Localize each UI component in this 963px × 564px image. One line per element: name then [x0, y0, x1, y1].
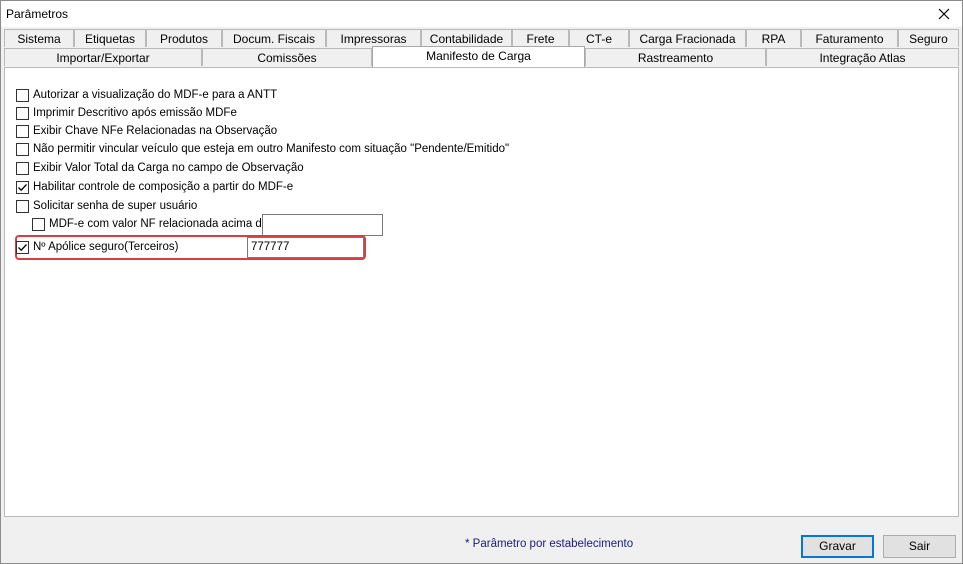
- tab-sistema[interactable]: Sistema: [4, 29, 74, 47]
- checkbox-checked[interactable]: [16, 181, 29, 194]
- tab-seguro[interactable]: Seguro: [898, 29, 959, 47]
- option-label: Não permitir vincular veículo que esteja…: [33, 143, 510, 155]
- option-label: Nº Apólice seguro(Terceiros): [33, 241, 179, 253]
- tab-integracao-atlas[interactable]: Integração Atlas: [766, 48, 959, 66]
- tab-faturamento[interactable]: Faturamento: [801, 29, 898, 47]
- tab-frete[interactable]: Frete: [512, 29, 569, 47]
- tab-rpa[interactable]: RPA: [746, 29, 801, 47]
- mdfe-valor-nf-input[interactable]: [262, 214, 383, 236]
- checkbox[interactable]: [16, 200, 29, 213]
- option-label: Habilitar controle de composição a parti…: [33, 181, 294, 193]
- tab-etiquetas[interactable]: Etiquetas: [74, 29, 146, 47]
- checkbox[interactable]: [16, 125, 29, 138]
- option-label: Autorizar a visualização do MDF-e para a…: [33, 89, 278, 101]
- close-icon[interactable]: [934, 4, 954, 24]
- parametros-window: Parâmetros Sistema Etiquetas Produtos Do…: [0, 0, 963, 564]
- tab-manifesto-de-carga[interactable]: Manifesto de Carga: [372, 46, 585, 67]
- tab-carga-fracionada[interactable]: Carga Fracionada: [629, 29, 746, 47]
- tab-contabilidade[interactable]: Contabilidade: [421, 29, 512, 47]
- checkbox[interactable]: [16, 107, 29, 120]
- check-icon: [18, 184, 27, 192]
- option-label: Exibir Valor Total da Carga no campo de …: [33, 162, 304, 174]
- checkbox[interactable]: [16, 143, 29, 156]
- option-label: MDF-e com valor NF relacionada acima de: [49, 218, 269, 230]
- check-icon: [18, 244, 27, 252]
- tab-importar-exportar[interactable]: Importar/Exportar: [4, 48, 202, 66]
- option-label: Exibir Chave NFe Relacionadas na Observa…: [33, 125, 278, 137]
- tab-impressoras[interactable]: Impressoras: [326, 29, 421, 47]
- tab-row-2: Importar/Exportar Comissões Manifesto de…: [4, 46, 959, 67]
- sair-button[interactable]: Sair: [883, 535, 956, 558]
- manifesto-de-carga-panel: Autorizar a visualização do MDF-e para a…: [4, 67, 959, 517]
- title-bar: Parâmetros: [1, 1, 962, 27]
- tab-produtos[interactable]: Produtos: [146, 29, 222, 47]
- option-label: Solicitar senha de super usuário: [33, 200, 198, 212]
- gravar-button[interactable]: Gravar: [801, 535, 874, 558]
- footer-note: * Parâmetro por estabelecimento: [465, 538, 634, 550]
- checkbox[interactable]: [16, 162, 29, 175]
- checkbox[interactable]: [16, 89, 29, 102]
- tab-ct-e[interactable]: CT-e: [569, 29, 629, 47]
- option-label: Imprimir Descritivo após emissão MDFe: [33, 107, 237, 119]
- apolice-seguro-input[interactable]: 777777: [247, 237, 364, 258]
- tab-docum-fiscais[interactable]: Docum. Fiscais: [222, 29, 326, 47]
- tab-comissoes[interactable]: Comissões: [202, 48, 372, 66]
- window-title: Parâmetros: [6, 7, 69, 21]
- checkbox[interactable]: [32, 218, 45, 231]
- checkbox-checked[interactable]: [16, 241, 29, 254]
- tab-rastreamento[interactable]: Rastreamento: [585, 48, 766, 66]
